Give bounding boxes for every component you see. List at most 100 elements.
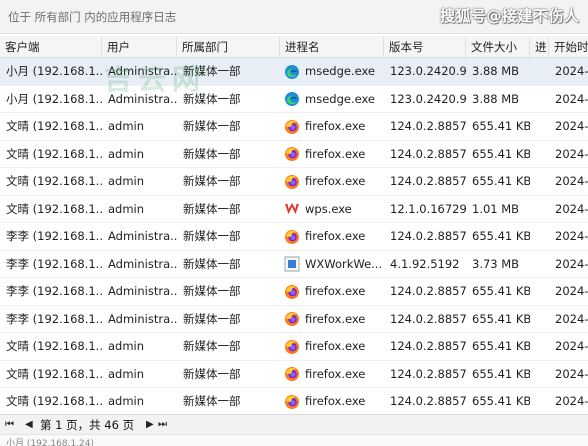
table-row[interactable]: 小月 (192.168.1... Administra... 新媒体一部 msedge… [0,58,588,86]
process-cell: firefox.exe [280,113,384,140]
user-cell: admin [108,146,145,161]
process-name: firefox.exe [305,146,366,161]
column-header-process[interactable]: 进程名 [280,36,384,58]
version-cell: 124.0.2.8857 [390,174,466,188]
version-cell: 4.1.92.5192 [390,256,460,271]
watermark-text: 搜狐号@接建不伤人 [440,7,580,25]
dept-cell: 新媒体一部 [183,394,241,408]
start-time-cell: 2024-0 [555,229,588,243]
user-cell: admin [108,174,145,188]
size-cell: 3.88 MB [472,91,520,106]
client-cell: 文晴 (192.168.1... [6,366,102,381]
dept-cell: 新媒体一部 [183,174,241,188]
column-header-dept[interactable]: 所属部门 [177,36,280,58]
firefox-icon [284,310,300,326]
table-row[interactable]: 李李 (192.168.1... Administra... 新媒体一部 firefo… [0,278,588,306]
client-cell: 李李 (192.168.1... [6,311,102,326]
user-cell: Administra... [108,284,177,298]
process-cell: firefox.exe [280,306,384,333]
process-cell: firefox.exe [280,141,384,168]
version-cell: 124.0.2.8857 [390,394,466,408]
process-cell: firefox.exe [280,278,384,305]
process-cell: WXWorkWe... [280,251,384,278]
dept-cell: 新媒体一部 [183,229,241,243]
table-row[interactable]: 李李 (192.168.1... Administra... 新媒体一部 firefo… [0,306,588,333]
start-time-cell: 2024-0 [555,119,588,133]
log-table-body: 小月 (192.168.1... Administra... 新媒体一部 msedge… [0,58,588,414]
first-page-button[interactable]: ⏮ [5,417,14,433]
pid-cell [530,58,549,85]
dept-cell: 新媒体一部 [183,64,241,78]
table-row[interactable]: 文晴 (192.168.1... admin 新媒体一部 firefox.exe 124… [0,361,588,388]
version-cell: 124.0.2.8857 [390,366,466,381]
page-indicator: 第 1 页，共 46 页 [40,418,135,432]
process-cell: firefox.exe [280,333,384,360]
pid-cell [530,361,549,388]
prev-page-button[interactable]: ◀ [25,417,33,433]
pagination-bar: ⏮ ◀ 第 1 页，共 46 页 ▶ ⏭ [0,414,588,434]
client-cell: 文晴 (192.168.1... [6,201,102,216]
process-cell: firefox.exe [280,223,384,250]
version-cell: 12.1.0.16729 [390,201,466,216]
pid-cell [530,196,549,223]
size-cell: 655.41 KB [472,146,530,161]
column-header-version[interactable]: 版本号 [384,36,466,58]
dept-cell: 新媒体一部 [183,256,241,271]
next-page-button[interactable]: ▶ [146,417,154,433]
client-cell: 李李 (192.168.1... [6,229,102,243]
process-cell: firefox.exe [280,388,384,414]
last-page-button[interactable]: ⏭ [158,417,167,433]
size-cell: 655.41 KB [472,174,530,188]
table-row[interactable]: 李李 (192.168.1... Administra... 新媒体一部 firefo… [0,223,588,251]
firefox-icon [284,365,300,381]
firefox-icon [284,118,300,134]
dept-cell: 新媒体一部 [183,201,241,216]
column-header-start[interactable]: 开始时 [549,36,588,58]
process-name: wps.exe [305,201,352,216]
pid-cell [530,86,549,113]
table-row[interactable]: 文晴 (192.168.1... admin 新媒体一部 firefox.exe 124… [0,168,588,196]
dept-cell: 新媒体一部 [183,91,241,106]
version-cell: 123.0.2420.97 [390,64,466,78]
size-cell: 3.73 MB [472,256,520,271]
start-time-cell: 2024-0 [555,284,588,298]
firefox-icon [284,173,300,189]
column-header-client[interactable]: 客户端 [0,36,102,58]
top-bar: 位于 所有部门 内的应用程序日志 搜狐号@接建不伤人 [0,0,588,34]
pid-cell [530,388,549,414]
user-cell: Administra... [108,311,177,326]
client-cell: 文晴 (192.168.1... [6,394,102,408]
user-cell: admin [108,201,145,216]
table-row[interactable]: 文晴 (192.168.1... admin 新媒体一部 firefox.exe 124… [0,113,588,141]
status-strip: 小月 (192.168.1.24) [0,434,588,446]
start-time-cell: 2024-0 [555,311,588,326]
process-name: firefox.exe [305,284,366,298]
pid-cell [530,251,549,278]
size-cell: 655.41 KB [472,229,530,243]
process-cell: firefox.exe [280,168,384,195]
table-row[interactable]: 小月 (192.168.1... Administra... 新媒体一部 msedge… [0,86,588,113]
size-cell: 655.41 KB [472,394,530,408]
table-row[interactable]: 文晴 (192.168.1... admin 新媒体一部 firefox.exe 124… [0,388,588,414]
user-cell: admin [108,366,145,381]
size-cell: 1.01 MB [472,201,520,216]
table-row[interactable]: 文晴 (192.168.1... admin 新媒体一部 firefox.exe 124… [0,141,588,168]
firefox-icon [284,338,300,354]
version-cell: 123.0.2420.97 [390,91,466,106]
table-row[interactable]: 文晴 (192.168.1... admin 新媒体一部 firefox.exe 124… [0,333,588,361]
size-cell: 655.41 KB [472,284,530,298]
dept-cell: 新媒体一部 [183,339,241,353]
pid-cell [530,306,549,333]
client-cell: 文晴 (192.168.1... [6,174,102,188]
table-row[interactable]: 文晴 (192.168.1... admin 新媒体一部 wps.exe 12.1.0.… [0,196,588,223]
column-header-pid[interactable]: 进 [530,36,549,58]
process-cell: msedge.exe [280,86,384,113]
process-cell: wps.exe [280,196,384,223]
table-row[interactable]: 李李 (192.168.1... Administra... 新媒体一部 WXWork… [0,251,588,278]
edge-icon [284,90,300,106]
user-cell: Administra... [108,229,177,243]
column-header-size[interactable]: 文件大小 [466,36,530,58]
process-name: firefox.exe [305,311,366,326]
start-time-cell: 2024-0 [555,146,588,161]
column-header-user[interactable]: 用户 [102,36,177,58]
